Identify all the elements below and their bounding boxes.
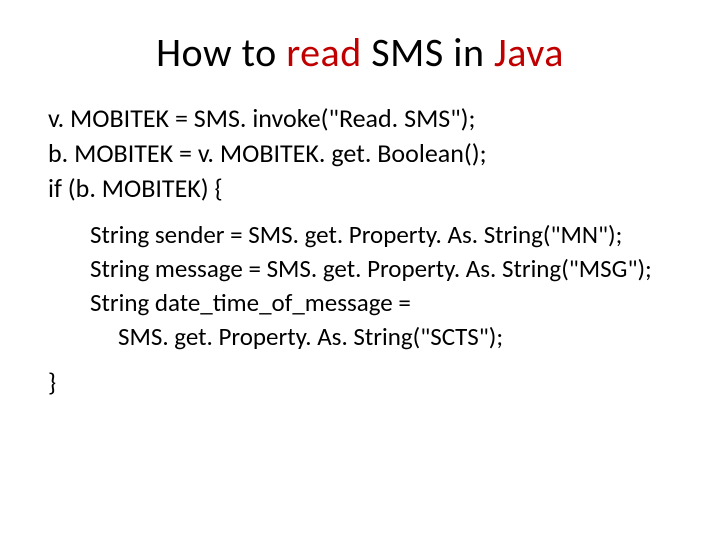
code-line: String sender = SMS. get. Property. As. … <box>90 218 680 252</box>
code-line: String message = SMS. get. Property. As.… <box>90 252 680 286</box>
title-keyword-1: read <box>286 28 362 77</box>
slide: How to read SMS in Java v. MOBITEK = SMS… <box>0 0 720 540</box>
title-keyword-2: Java <box>494 28 564 77</box>
slide-title: How to read SMS in Java <box>0 0 720 101</box>
code-line: String date_time_of_message = <box>90 286 680 320</box>
code-line: SMS. get. Property. As. String("SCTS"); <box>90 320 680 354</box>
code-line: b. MOBITEK = v. MOBITEK. get. Boolean(); <box>48 136 680 171</box>
title-text-1: How to <box>156 28 286 77</box>
code-block-outer: v. MOBITEK = SMS. invoke("Read. SMS"); b… <box>48 101 680 206</box>
code-line: } <box>48 365 640 400</box>
title-text-2: SMS in <box>362 28 494 77</box>
code-line: if (b. MOBITEK) { <box>48 171 680 206</box>
code-block-inner: String sender = SMS. get. Property. As. … <box>48 218 680 353</box>
code-line: v. MOBITEK = SMS. invoke("Read. SMS"); <box>48 101 680 136</box>
slide-body: v. MOBITEK = SMS. invoke("Read. SMS"); b… <box>0 101 720 400</box>
